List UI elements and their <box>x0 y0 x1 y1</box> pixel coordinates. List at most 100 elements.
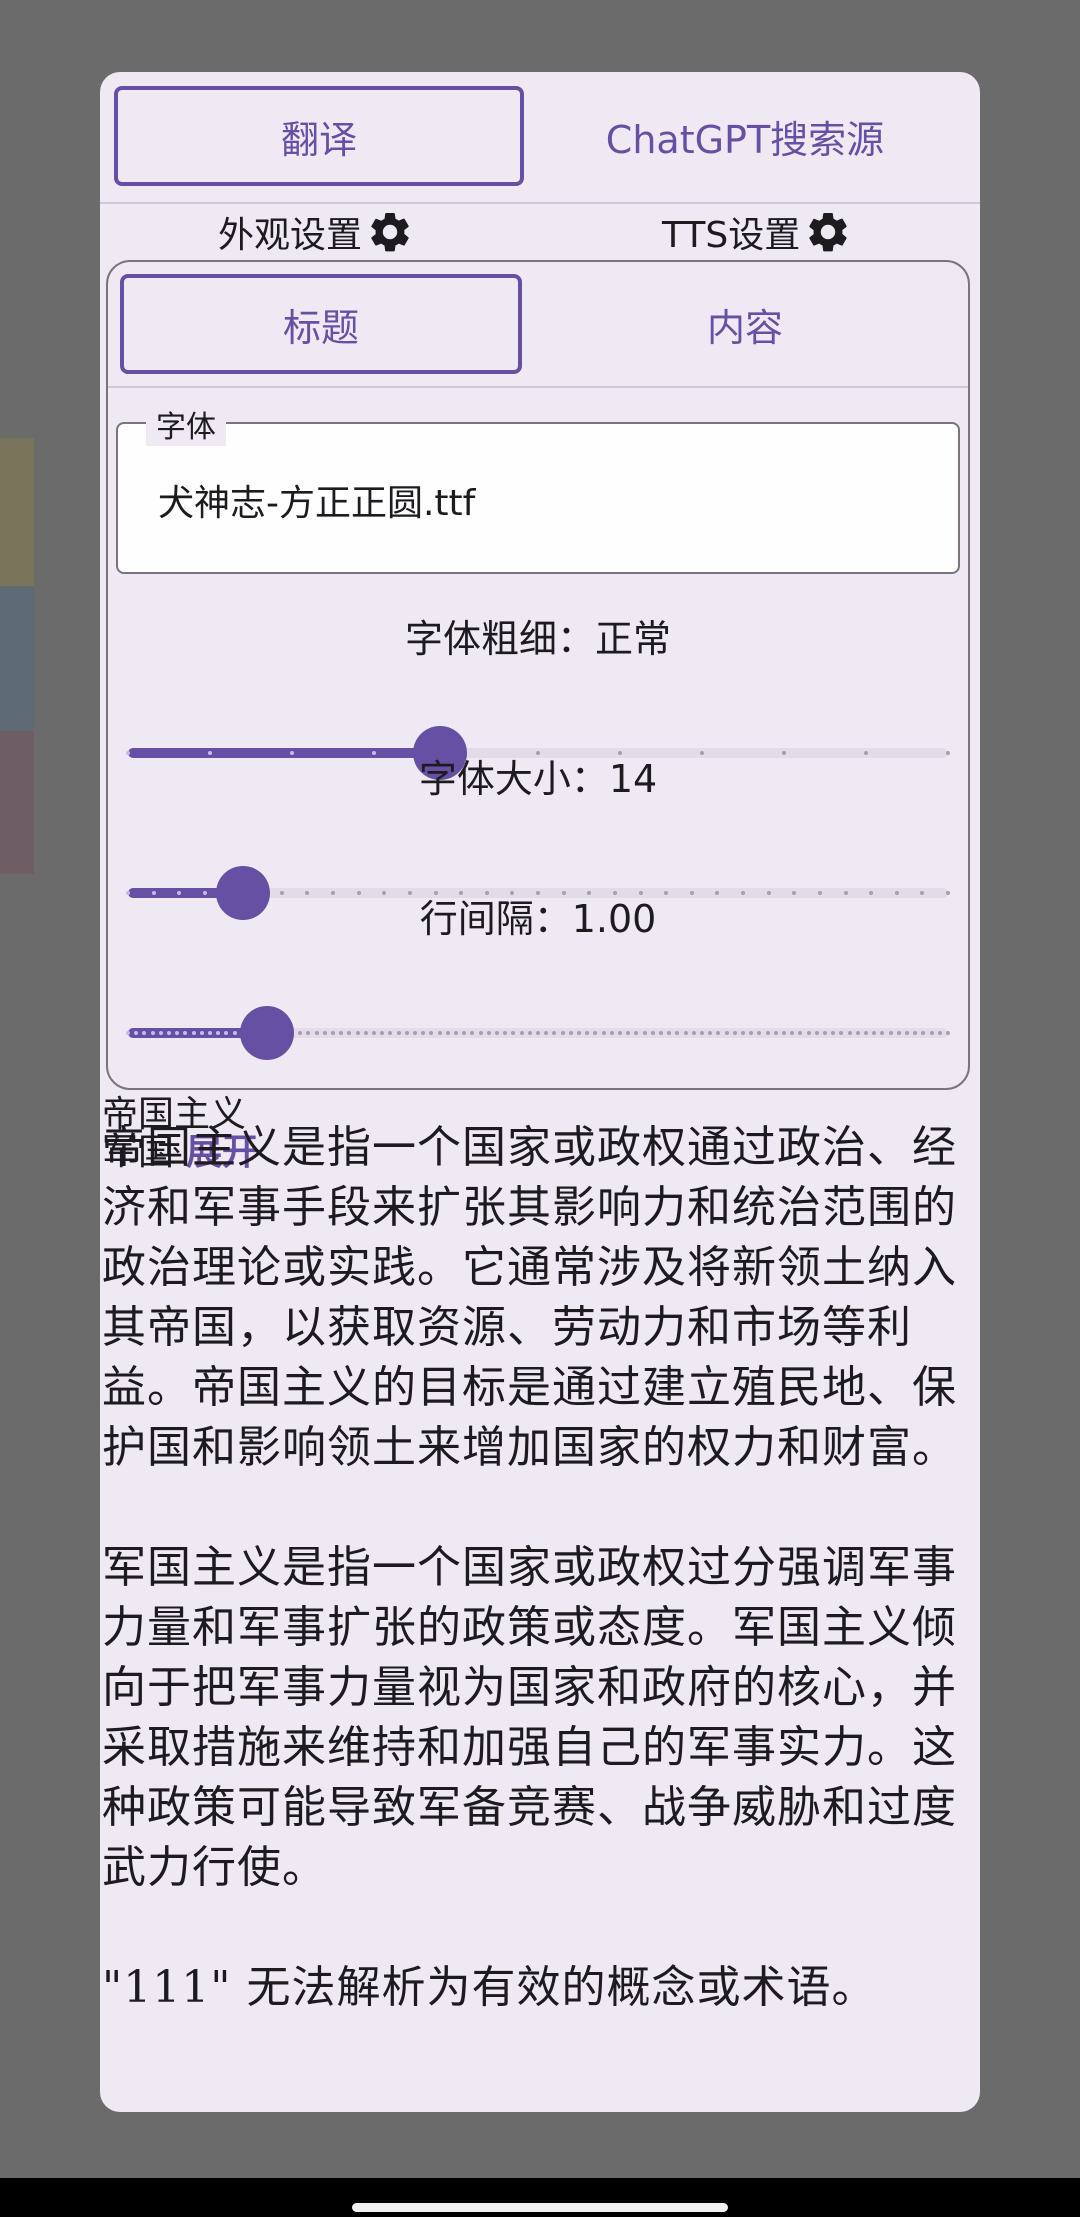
slider-tick <box>806 1031 811 1035</box>
slider-tick <box>724 1031 729 1035</box>
slider-tick <box>495 1031 499 1035</box>
slider-tick <box>691 1031 696 1035</box>
slider-tick <box>199 1031 204 1035</box>
font-field-label: 字体 <box>146 402 226 446</box>
slider-tick <box>667 1031 672 1035</box>
slider-tick <box>478 1031 483 1035</box>
slider-tick <box>888 1031 893 1035</box>
slider-tick <box>732 1031 737 1035</box>
slider-tick <box>191 1031 196 1035</box>
slider-tick <box>585 1031 590 1035</box>
slider-tick <box>380 1031 385 1035</box>
slider-tick <box>314 1031 319 1035</box>
result-paragraph-3: "111" 无法解析为有效的概念或术语。 <box>102 1962 877 2013</box>
slider-tick <box>929 1031 934 1035</box>
font-size-label: 字体大小：14 <box>418 757 658 801</box>
slider-tick <box>708 1031 713 1035</box>
tab-title[interactable]: 标题 <box>120 274 522 374</box>
slider-tick <box>700 1031 704 1035</box>
slider-tick <box>814 1031 819 1035</box>
slider-tick <box>757 1031 762 1035</box>
translation-result: 帝国主义是指一个国家或政权通过政治、经济和军事手段来扩张其影响力和统治范围的政治… <box>102 1118 972 2018</box>
slider-tick <box>527 1031 532 1035</box>
slider-tick <box>126 1031 130 1035</box>
tab-chatgpt-source[interactable]: ChatGPT搜索源 <box>540 86 950 186</box>
line-spacing-label: 行间隔：1.00 <box>419 897 657 941</box>
slider-tick <box>331 1031 335 1035</box>
slider-tick <box>339 1031 344 1035</box>
font-field-value: 犬神志-方正正圆.ttf <box>158 483 476 524</box>
slider-tick <box>790 1031 795 1035</box>
slider-tick <box>765 1031 770 1035</box>
font-weight-label: 字体粗细：正常 <box>404 617 671 661</box>
translation-dialog: 翻译 ChatGPT搜索源 外观设置 TTS设置 标题 内容 字体 犬神志-方正… <box>100 72 980 2112</box>
tab-translate[interactable]: 翻译 <box>114 86 524 186</box>
background-strip <box>0 438 34 586</box>
slider-tick <box>593 1031 598 1035</box>
slider-tick <box>823 1031 827 1035</box>
slider-tick <box>855 1031 860 1035</box>
slider-tick <box>388 1031 393 1035</box>
slider-tick <box>650 1031 655 1035</box>
tts-settings-button[interactable]: TTS设置 <box>662 202 852 262</box>
slider-tick <box>577 1031 581 1035</box>
tts-settings-label: TTS设置 <box>662 215 801 256</box>
slider-tick <box>568 1031 573 1035</box>
slider-tick <box>429 1031 434 1035</box>
slider-tick <box>536 1031 540 1035</box>
slider-tick <box>306 1031 311 1035</box>
slider-tick <box>511 1031 516 1035</box>
slider-tick <box>322 1031 327 1035</box>
slider-tick <box>404 1031 409 1035</box>
slider-tick <box>872 1031 877 1035</box>
slider-tick <box>618 1031 622 1035</box>
slider-tick <box>544 1031 549 1035</box>
slider-tick <box>946 1031 950 1035</box>
slider-tick <box>782 1031 786 1035</box>
slider-tick <box>486 1031 491 1035</box>
slider-tick <box>880 1031 885 1035</box>
line-spacing-slider[interactable] <box>126 1006 950 1060</box>
appearance-settings-button[interactable]: 外观设置 <box>218 202 414 262</box>
slider-tick <box>831 1031 836 1035</box>
slider-tick <box>634 1031 639 1035</box>
slider-tick <box>347 1031 352 1035</box>
slider-tick <box>773 1031 778 1035</box>
slider-tick <box>839 1031 844 1035</box>
top-tab-bar: 翻译 ChatGPT搜索源 <box>100 72 980 202</box>
gear-icon <box>809 212 847 252</box>
background-strip <box>0 586 34 731</box>
slider-tick <box>413 1031 417 1035</box>
settings-row: 外观设置 TTS设置 <box>100 202 980 262</box>
tab-content[interactable]: 内容 <box>544 274 946 374</box>
slider-tick <box>355 1031 360 1035</box>
font-field[interactable]: 字体 犬神志-方正正圆.ttf <box>116 402 960 574</box>
slider-tick <box>298 1031 303 1035</box>
slider-tick <box>372 1031 376 1035</box>
slider-tick <box>560 1031 565 1035</box>
slider-tick <box>150 1031 155 1035</box>
background-strip <box>0 731 34 874</box>
result-paragraph-2: 军国主义是指一个国家或政权过分强调军事力量和军事扩张的政策或态度。军国主义倾向于… <box>102 1542 957 1893</box>
slider-tick <box>208 1031 212 1035</box>
slider-tick <box>896 1031 901 1035</box>
slider-tick <box>905 1031 909 1035</box>
slider-tick <box>503 1031 508 1035</box>
home-indicator[interactable] <box>352 2203 728 2212</box>
slider-tick <box>158 1031 163 1035</box>
slider-tick <box>167 1031 171 1035</box>
slider-tick <box>462 1031 467 1035</box>
slider-thumb[interactable] <box>240 1006 295 1060</box>
panel-tab-divider <box>108 386 968 388</box>
slider-tick <box>470 1031 475 1035</box>
appearance-panel: 标题 内容 字体 犬神志-方正正圆.ttf 字体粗细：正常 字体大小：14 行间… <box>106 260 970 1090</box>
slider-tick <box>937 1031 942 1035</box>
slider-tick <box>798 1031 803 1035</box>
slider-tick <box>864 1031 868 1035</box>
appearance-settings-label: 外观设置 <box>218 215 363 256</box>
slider-tick <box>847 1031 852 1035</box>
slider-tick <box>445 1031 450 1035</box>
slider-tick <box>601 1031 606 1035</box>
slider-tick <box>363 1031 368 1035</box>
slider-tick <box>716 1031 721 1035</box>
